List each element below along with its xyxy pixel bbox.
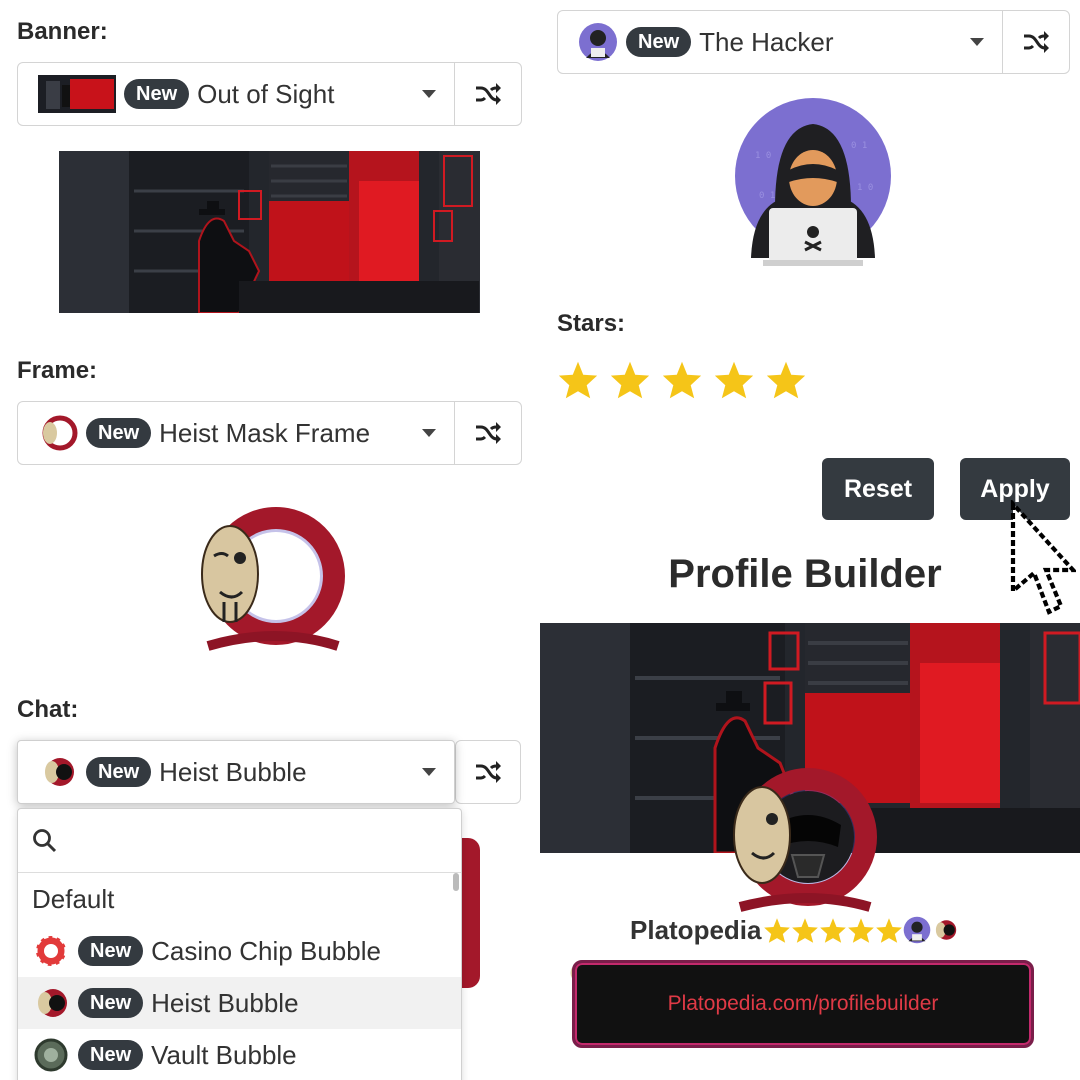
banner-select[interactable]: New Out of Sight (18, 63, 455, 125)
option-label: Default (32, 883, 115, 914)
dropdown-option-vault-bubble[interactable]: New Vault Bubble (18, 1029, 461, 1080)
chevron-down-icon (422, 768, 436, 776)
chevron-down-icon (970, 38, 984, 46)
svg-text:1 0: 1 0 (857, 183, 873, 193)
chat-label: Chat: (17, 696, 79, 723)
chat-select[interactable]: New Heist Bubble (17, 740, 455, 804)
banner-select-group: New Out of Sight (17, 62, 522, 126)
chat-thumbnail (38, 752, 78, 792)
dropdown-option-casino-chip-bubble[interactable]: New Casino Chip Bubble (18, 925, 461, 977)
chat-select-value: Heist Bubble (159, 756, 307, 787)
option-label: Casino Chip Bubble (151, 935, 381, 966)
new-badge: New (78, 936, 144, 966)
star-icon (662, 361, 702, 399)
reset-button[interactable]: Reset (822, 458, 934, 520)
profile-username: Platopedia (630, 914, 762, 945)
page-title: Profile Builder (668, 552, 942, 596)
option-label: Vault Bubble (151, 1039, 297, 1070)
profile-chat-bubble: Platopedia.com/profilebuilder (572, 960, 1034, 1048)
new-badge: New (78, 988, 144, 1018)
search-icon (33, 828, 57, 852)
avatar-preview: 1 0 0 1 0 1 1 0 (733, 98, 893, 266)
frame-shuffle-button[interactable] (455, 402, 521, 464)
banner-preview (59, 151, 480, 313)
shuffle-icon (476, 83, 501, 105)
star-icon (820, 917, 847, 943)
profile-username-row: Platopedia (630, 912, 959, 948)
star-icon (848, 917, 875, 943)
stars-rating[interactable] (557, 360, 807, 400)
hacker-avatar-icon (904, 916, 931, 944)
frame-select-value: Heist Mask Frame (159, 417, 371, 448)
chevron-down-icon (422, 90, 436, 98)
heist-mask-icon (32, 984, 70, 1022)
svg-text:1 0: 1 0 (755, 151, 771, 161)
heist-mask-icon (936, 920, 957, 940)
star-icon (764, 917, 791, 943)
star-icon (610, 361, 650, 399)
vault-icon (32, 1036, 70, 1074)
svg-text:0 1: 0 1 (759, 191, 775, 201)
profile-preview-avatar (720, 755, 880, 915)
chat-shuffle-button[interactable] (455, 740, 521, 804)
option-label: Heist Bubble (151, 987, 299, 1018)
dropdown-option-default[interactable]: Default (18, 873, 461, 925)
dropdown-option-heist-bubble[interactable]: New Heist Bubble (18, 977, 461, 1029)
shuffle-icon (476, 761, 501, 783)
chevron-down-icon (422, 429, 436, 437)
banner-thumbnail (38, 75, 116, 113)
new-badge: New (124, 79, 190, 109)
stars-label: Stars: (557, 310, 626, 337)
avatar-select[interactable]: New The Hacker (558, 11, 1003, 73)
new-badge: New (78, 1040, 144, 1070)
dropdown-search[interactable] (18, 809, 461, 873)
new-badge: New (86, 418, 152, 448)
frame-select[interactable]: New Heist Mask Frame (18, 402, 455, 464)
star-icon (766, 361, 806, 399)
frame-thumbnail (38, 413, 78, 453)
new-badge: New (86, 757, 152, 787)
chat-bubble-text: Platopedia.com/profilebuilder (667, 992, 939, 1015)
star-icon (876, 917, 903, 943)
frame-select-group: New Heist Mask Frame (17, 401, 522, 465)
frame-preview (188, 496, 348, 652)
chat-dropdown-menu: Default New Casino Chip Bubble New Heist… (17, 808, 462, 1080)
shuffle-icon (1024, 31, 1049, 53)
avatar-thumbnail (578, 22, 618, 62)
star-icon (558, 361, 598, 399)
new-badge: New (626, 27, 692, 57)
banner-select-value: Out of Sight (197, 78, 335, 109)
casino-chip-icon (32, 932, 70, 970)
star-icon (792, 917, 819, 943)
chat-select-group: New Heist Bubble (17, 740, 522, 804)
svg-text:0 1: 0 1 (851, 141, 867, 151)
frame-label: Frame: (17, 357, 98, 384)
avatar-select-value: The Hacker (699, 26, 834, 57)
dropdown-scrollbar[interactable] (453, 873, 459, 891)
avatar-shuffle-button[interactable] (1003, 11, 1069, 73)
banner-shuffle-button[interactable] (455, 63, 521, 125)
star-icon (714, 361, 754, 399)
banner-label: Banner: (17, 18, 108, 45)
avatar-select-group: New The Hacker (557, 10, 1070, 74)
shuffle-icon (476, 422, 501, 444)
